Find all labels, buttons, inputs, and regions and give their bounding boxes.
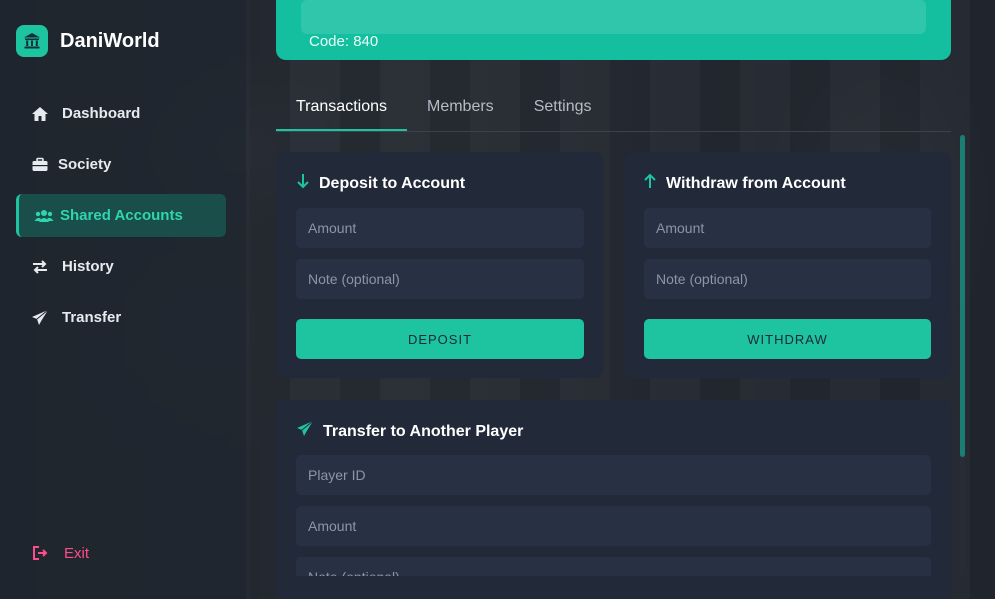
sidebar-item-label: History [62,258,114,275]
deposit-amount-input[interactable] [296,208,584,248]
exit-label: Exit [64,544,90,562]
deposit-button[interactable]: DEPOSIT [296,319,584,359]
sidebar-item-label: Society [58,156,112,173]
exit-button[interactable]: Exit [30,543,89,563]
paper-plane-icon [296,420,314,443]
transfer-title-text: Transfer to Another Player [323,422,524,440]
sidebar-item-society[interactable]: Society [16,143,226,186]
transfer-amount-input[interactable] [296,506,931,546]
briefcase-icon [30,155,50,175]
sidebar-item-label: Dashboard [62,105,141,122]
app-name: DaniWorld [60,29,160,52]
paper-plane-icon [30,308,50,328]
deposit-title-text: Deposit to Account [319,174,466,192]
transfer-title: Transfer to Another Player [296,420,523,443]
sidebar-item-dashboard[interactable]: Dashboard [16,92,226,135]
bank-icon [16,25,48,57]
sign-out-icon [30,543,50,563]
transfer-player-id-input[interactable] [296,455,931,495]
sidebar-item-label: Transfer [62,309,122,326]
withdraw-title: Withdraw from Account [643,173,846,194]
transfer-note-clip [296,557,931,576]
tab-members[interactable]: Members [407,86,514,131]
sidebar: DaniWorld Dashboard Society Shared Accou… [0,0,246,599]
withdraw-title-text: Withdraw from Account [666,174,846,192]
scrollbar-thumb[interactable] [960,135,965,457]
sidebar-item-history[interactable]: History [16,245,226,288]
tab-settings[interactable]: Settings [514,86,612,131]
brand: DaniWorld [16,25,160,57]
arrow-down-icon [296,173,310,194]
banner-code-box: Code: 840 [301,0,926,50]
transfer-note-input[interactable] [296,557,931,576]
withdraw-button[interactable]: WITHDRAW [644,319,931,359]
arrow-up-icon [643,173,657,194]
sidebar-item-label: Shared Accounts [60,207,183,224]
deposit-title: Deposit to Account [296,173,465,194]
withdraw-note-input[interactable] [644,259,931,299]
sidebar-item-transfer[interactable]: Transfer [16,296,226,339]
deposit-note-input[interactable] [296,259,584,299]
home-icon [30,104,50,124]
exchange-icon [30,257,50,277]
account-code: Code: 840 [309,33,379,50]
sidebar-item-shared-accounts[interactable]: Shared Accounts [16,194,226,237]
tab-bar: Transactions Members Settings [276,86,951,132]
withdraw-amount-input[interactable] [644,208,931,248]
users-icon [34,206,54,226]
sidebar-nav: Dashboard Society Shared Accounts Histor… [16,92,226,347]
tab-transactions[interactable]: Transactions [276,86,407,131]
account-banner: Code: 840 [276,0,951,60]
